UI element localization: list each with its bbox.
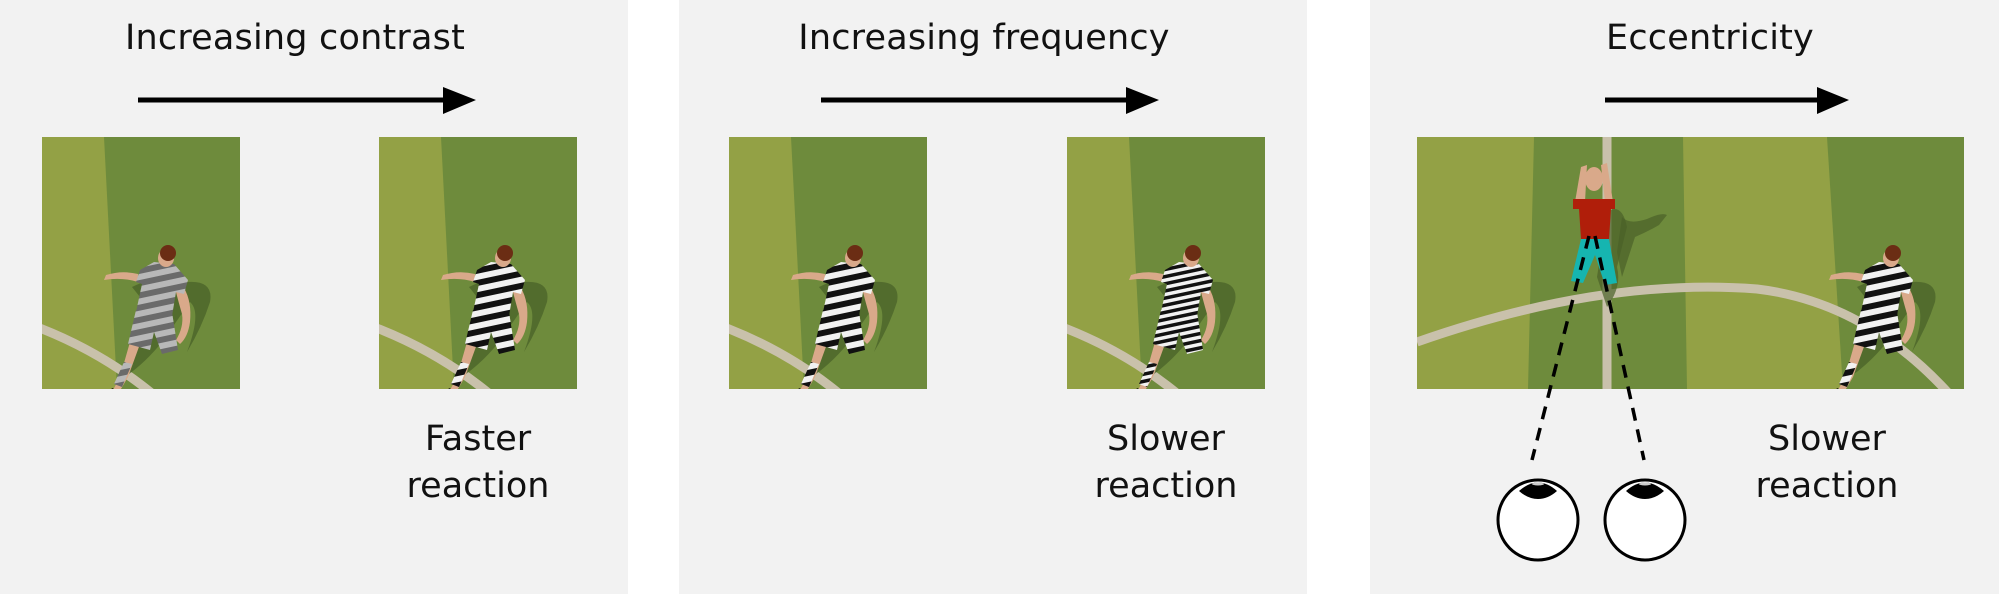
right-arrow-icon [821, 87, 1159, 114]
player-hair [160, 245, 176, 261]
eccentricity-field-image [1417, 137, 1964, 389]
caption-line-2: reaction [1094, 466, 1238, 506]
caption-line-2: reaction [406, 466, 550, 506]
panel-title: Increasing contrast [125, 18, 465, 58]
low-contrast-player-image [42, 137, 240, 389]
caption-line-1: Faster [424, 419, 532, 459]
caption: Slower reaction [1728, 416, 1926, 510]
scene-high-contrast [379, 137, 577, 389]
caption-line-2: reaction [1755, 466, 1899, 506]
player-hair [1185, 245, 1201, 261]
scene-high-frequency [1067, 137, 1265, 389]
panel-eccentricity: Eccentricity Slower reaction [1370, 0, 1999, 594]
scene-low-contrast [42, 137, 240, 389]
eye-icon-left [1496, 478, 1580, 562]
scene-low-frequency [729, 137, 927, 389]
low-frequency-player-image [729, 137, 927, 389]
player-hair [497, 245, 513, 261]
player-head [1585, 167, 1603, 191]
right-arrow-icon [138, 87, 476, 114]
scene-wide-field [1417, 137, 1964, 389]
eye-icon-right [1603, 478, 1687, 562]
caption: Slower reaction [1067, 416, 1265, 510]
right-arrow-icon [1605, 87, 1849, 114]
caption: Faster reaction [379, 416, 577, 510]
high-contrast-player-image [379, 137, 577, 389]
panel-frequency: Increasing frequency Slower reaction [679, 0, 1307, 594]
player-hair [1885, 245, 1901, 261]
caption-line-1: Slower [1107, 419, 1225, 459]
caption-line-1: Slower [1768, 419, 1886, 459]
panel-title: Eccentricity [1606, 18, 1814, 58]
panel-contrast: Increasing contrast Faster reaction [0, 0, 628, 594]
panel-title: Increasing frequency [798, 18, 1170, 58]
player-hair [847, 245, 863, 261]
high-frequency-player-image [1067, 137, 1265, 389]
